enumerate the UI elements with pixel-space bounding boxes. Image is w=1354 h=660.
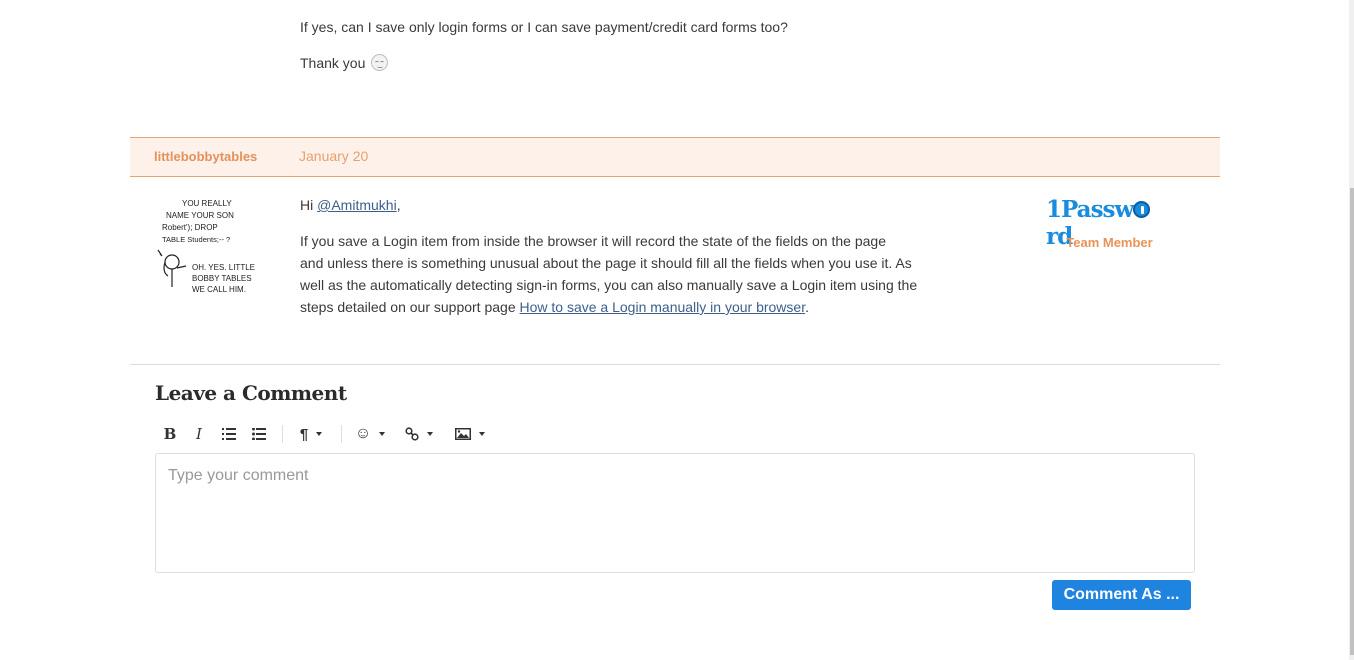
reply-date[interactable]: January 20 — [299, 148, 368, 164]
vertical-scrollbar[interactable] — [1349, 0, 1354, 660]
thanks-text: Thank you — [300, 55, 366, 71]
reply-body-line: steps detailed on our support page How t… — [300, 296, 970, 318]
emoji-icon: ☺ — [354, 425, 372, 442]
emoji-dropdown[interactable]: ☺ — [351, 421, 389, 447]
unordered-list-icon — [252, 428, 266, 440]
logo-text: 1Passw — [1046, 196, 1134, 223]
mention-link[interactable]: @Amitmukhi — [317, 197, 397, 213]
keyhole-icon — [1133, 201, 1151, 218]
reply-meta-bar: littlebobbytables January 20 — [130, 137, 1220, 177]
avatar-line: TABLE Students;-- ? — [162, 235, 230, 244]
link-dropdown[interactable] — [400, 421, 438, 447]
body-text: steps detailed on our support page — [300, 299, 520, 315]
chevron-down-icon — [427, 432, 433, 436]
previous-post-question: If yes, can I save only login forms or I… — [300, 19, 788, 35]
leave-comment-title: Leave a Comment — [155, 381, 347, 405]
image-dropdown[interactable] — [450, 421, 490, 447]
scrollbar-thumb[interactable] — [1350, 188, 1354, 655]
paragraph-icon: ¶ — [299, 425, 309, 443]
author-avatar[interactable]: YOU REALLY NAME YOUR SON Robert'); DROP … — [156, 192, 256, 297]
image-icon — [455, 428, 471, 440]
paragraph-format-dropdown[interactable]: ¶ — [291, 421, 331, 447]
body-text: . — [805, 299, 809, 315]
italic-button[interactable]: I — [188, 421, 210, 447]
smile-emoji-icon — [371, 54, 389, 71]
greeting-text: Hi — [300, 197, 318, 213]
discussion-page: If yes, can I save only login forms or I… — [0, 0, 1349, 660]
avatar-line: BOBBY TABLES — [192, 274, 252, 283]
reply-author-link[interactable]: littlebobbytables — [154, 149, 257, 164]
unordered-list-button[interactable] — [248, 421, 270, 447]
reply-greeting: Hi @Amitmukhi, — [300, 194, 401, 216]
previous-post-thanks: Thank you — [300, 52, 389, 74]
toolbar-separator — [341, 425, 342, 443]
chevron-down-icon — [316, 432, 323, 436]
comment-placeholder: Type your comment — [168, 467, 309, 484]
reply-body-line: If you save a Login item from inside the… — [300, 233, 886, 249]
avatar-line: Robert'); DROP — [162, 223, 218, 232]
section-divider — [130, 364, 1220, 365]
bold-icon: B — [163, 425, 177, 443]
reply-body: If you save a Login item from inside the… — [300, 230, 970, 318]
ordered-list-button[interactable] — [218, 421, 240, 447]
greeting-suffix: , — [396, 197, 401, 213]
comment-as-button[interactable]: Comment As ... — [1052, 580, 1191, 610]
toolbar-separator — [282, 425, 283, 443]
avatar-line: NAME YOUR SON — [166, 211, 234, 220]
reply-body-line: and unless there is something unusual ab… — [300, 255, 912, 271]
editor-toolbar: B I ¶ ☺ — [155, 421, 515, 447]
avatar-line: YOU REALLY — [182, 199, 232, 208]
chevron-down-icon — [479, 432, 485, 436]
link-icon — [405, 427, 419, 441]
ordered-list-icon — [222, 428, 236, 440]
comment-textarea[interactable]: Type your comment — [155, 453, 1195, 573]
chevron-down-icon — [379, 432, 386, 436]
avatar-line: OH. YES. LITTLE — [192, 263, 255, 272]
italic-icon: I — [196, 425, 202, 443]
avatar-line: WE CALL HIM. — [192, 285, 246, 294]
team-member-badge: Team Member — [1066, 235, 1153, 250]
bold-button[interactable]: B — [159, 421, 181, 447]
stick-figure-icon — [157, 249, 187, 287]
reply-body-line: well as the automatically detecting sign… — [300, 277, 918, 293]
support-page-link[interactable]: How to save a Login manually in your bro… — [520, 299, 806, 315]
